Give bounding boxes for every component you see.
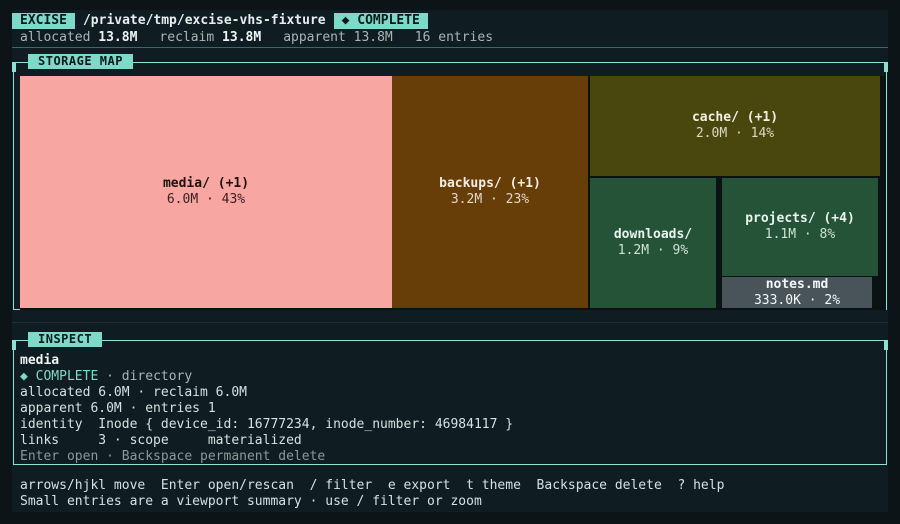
- treemap-tile-media[interactable]: media/ (+1) 6.0M · 43%: [20, 76, 392, 308]
- inspect-title: INSPECT: [28, 332, 103, 347]
- inspect-hint: Enter open · Backspace permanent delete: [20, 449, 326, 464]
- inspect-links: links 3 · scope materialized: [20, 433, 302, 448]
- allocated-value: 13.8M: [98, 30, 138, 45]
- treemap: media/ (+1) 6.0M · 43% backups/ (+1) 3.2…: [20, 76, 886, 310]
- inspect-entry-name: media: [20, 353, 60, 368]
- apparent-summary: apparent 13.8M: [283, 30, 393, 45]
- inspect-type: · directory: [98, 369, 193, 384]
- inspect-identity: identity Inode { device_id: 16777234, in…: [20, 417, 514, 432]
- treemap-tile-cache[interactable]: cache/ (+1) 2.0M · 14%: [590, 76, 880, 176]
- app-label: EXCISE: [12, 13, 75, 29]
- tile-name: notes.md: [765, 276, 829, 292]
- treemap-tile-downloads[interactable]: downloads/ 1.2M · 9%: [590, 178, 716, 308]
- keybinding-footer: arrows/hjkl move Enter open/rescan / fil…: [12, 478, 888, 510]
- section-divider: [12, 322, 888, 323]
- treemap-tile-projects[interactable]: projects/ (+4) 1.1M · 8%: [722, 178, 878, 276]
- tile-size: 1.2M · 9%: [617, 243, 689, 258]
- entries-count: 16 entries: [414, 30, 494, 45]
- inspect-status-line: ◆ COMPLETE · directory: [20, 369, 513, 385]
- footer-note: Small entries are a viewport summary · u…: [20, 494, 482, 509]
- header-divider: [12, 47, 888, 48]
- inspect-allocated: allocated 6.0M · reclaim 6.0M: [20, 385, 247, 400]
- footer-keys: arrows/hjkl move Enter open/rescan / fil…: [20, 478, 725, 493]
- treemap-tile-backups[interactable]: backups/ (+1) 3.2M · 23%: [392, 76, 588, 308]
- scan-status-badge: ◆ COMPLETE: [333, 13, 428, 29]
- tile-name: projects/ (+4): [745, 211, 855, 226]
- tile-name: downloads/: [613, 227, 693, 242]
- tile-size: 6.0M · 43%: [166, 192, 246, 207]
- storage-map-title: STORAGE MAP: [28, 54, 133, 69]
- tile-size: 1.1M · 8%: [764, 227, 836, 242]
- corner-mark: [884, 62, 888, 72]
- allocated-label: allocated: [20, 30, 91, 45]
- treemap-tile-notes[interactable]: notes.md 333.0K · 2%: [722, 277, 872, 308]
- inspect-apparent: apparent 6.0M · entries 1: [20, 401, 216, 416]
- tile-name: media/ (+1): [162, 176, 250, 191]
- scan-path: /private/tmp/excise-vhs-fixture: [82, 13, 326, 28]
- corner-mark: [884, 340, 888, 350]
- tile-name: cache/ (+1): [691, 110, 779, 125]
- summary-line: allocated 13.8M reclaim 13.8M apparent 13.…: [20, 30, 493, 46]
- tile-size: 3.2M · 23%: [450, 192, 530, 207]
- reclaim-label: reclaim: [159, 30, 215, 45]
- reclaim-value: 13.8M: [222, 30, 262, 45]
- header-bar: EXCISE/private/tmp/excise-vhs-fixture ◆ C…: [12, 13, 428, 29]
- inspect-status: ◆ COMPLETE: [20, 369, 99, 384]
- tile-name: backups/ (+1): [439, 176, 541, 191]
- corner-mark: [12, 340, 16, 350]
- tile-size: 333.0K · 2%: [753, 292, 841, 308]
- inspect-details: media ◆ COMPLETE · directory allocated 6…: [20, 353, 513, 465]
- corner-mark: [12, 62, 16, 72]
- terminal: EXCISE/private/tmp/excise-vhs-fixture ◆ C…: [12, 10, 888, 512]
- tile-size: 2.0M · 14%: [695, 126, 775, 141]
- window-frame: EXCISE/private/tmp/excise-vhs-fixture ◆ C…: [0, 0, 900, 524]
